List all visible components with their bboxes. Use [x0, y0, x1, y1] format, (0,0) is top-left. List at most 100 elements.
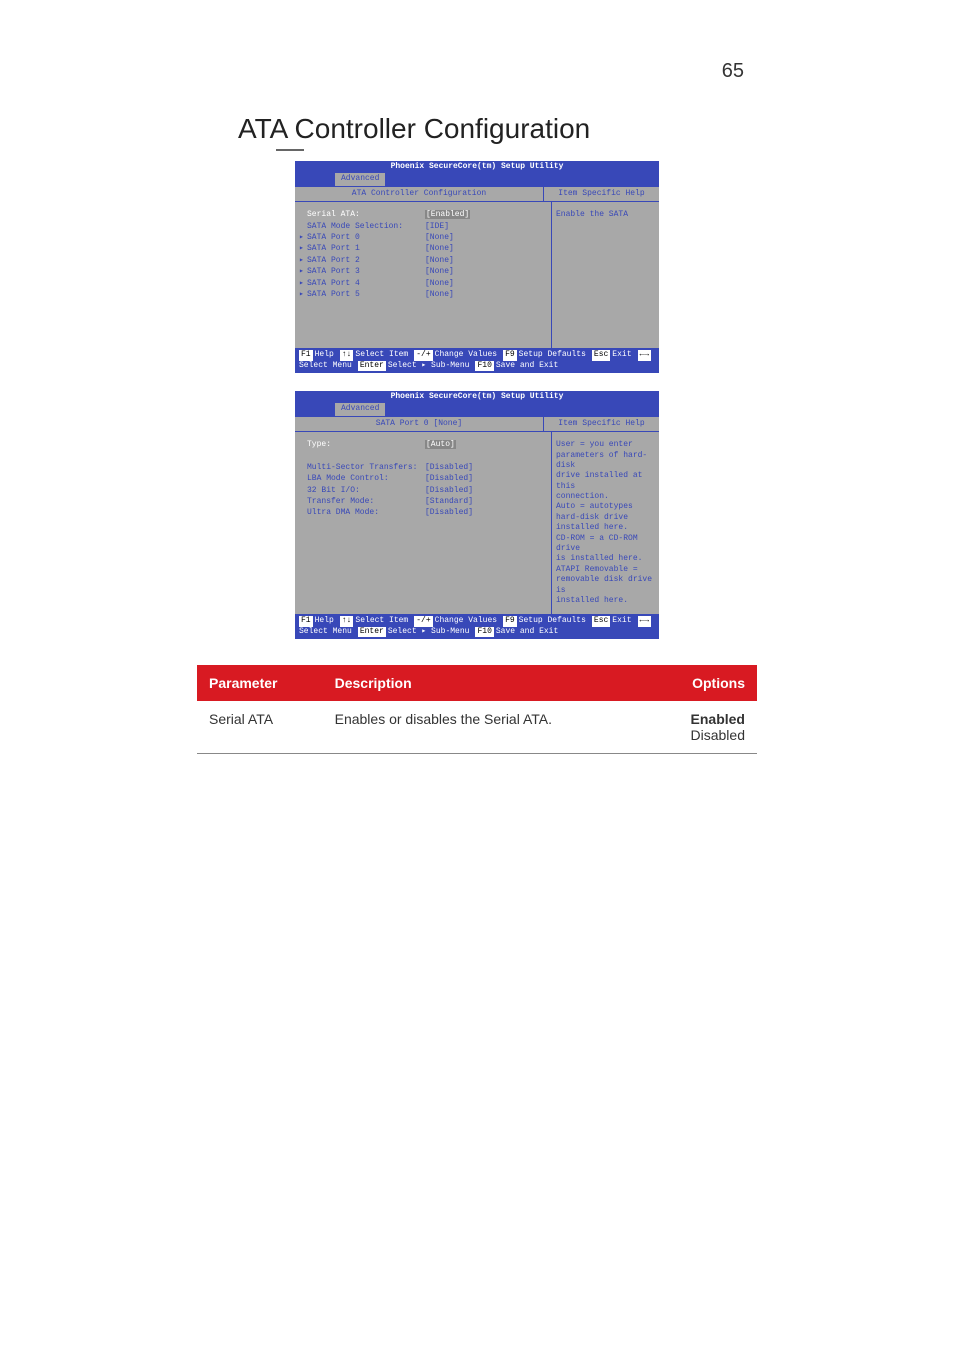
bios-row-transfer-mode: Transfer Mode: [Standard]: [299, 497, 547, 508]
bios-row-ultra-dma: Ultra DMA Mode: [Disabled]: [299, 508, 547, 519]
bios-row-sata-port-5: ▸ SATA Port 5 [None]: [299, 290, 547, 301]
row-value: [None]: [425, 233, 547, 243]
footer-key: ←→: [638, 350, 652, 360]
row-label: Type:: [307, 440, 425, 450]
header-options: Options: [650, 665, 757, 701]
bios-settings-list: Serial ATA: [Enabled] SATA Mode Selectio…: [295, 202, 552, 348]
row-arrow: [299, 508, 307, 518]
title-underline: [276, 149, 304, 151]
option-other: Disabled: [691, 727, 745, 743]
page-number: 65: [0, 0, 954, 103]
bios-tabs: Advanced: [295, 403, 659, 415]
cell-parameter: Serial ATA: [197, 701, 323, 754]
footer-key: -/+: [414, 616, 432, 626]
row-label: SATA Port 1: [307, 244, 425, 254]
row-value: [None]: [425, 279, 547, 289]
bios-help-header: Item Specific Help: [544, 417, 659, 431]
footer-key: F10: [475, 627, 493, 637]
row-value: [None]: [425, 256, 547, 266]
row-label: SATA Mode Selection:: [307, 222, 425, 232]
bios-row-serial-ata: Serial ATA: [Enabled]: [299, 210, 547, 221]
row-value: [Enabled]: [425, 210, 547, 220]
bios-row-sata-port-1: ▸ SATA Port 1 [None]: [299, 244, 547, 255]
row-value: [None]: [425, 244, 547, 254]
row-value: [Standard]: [425, 497, 547, 507]
bios-row-sata-port-4: ▸ SATA Port 4 [None]: [299, 279, 547, 290]
row-arrow: ▸: [299, 290, 307, 300]
footer-key: Esc: [592, 616, 610, 626]
footer-action: Setup Defaults: [519, 350, 586, 360]
footer-key: Esc: [592, 350, 610, 360]
footer-action: Select Menu: [299, 361, 352, 371]
bios-row-sata-mode: SATA Mode Selection: [IDE]: [299, 222, 547, 233]
bios-screenshot-1: Phoenix SecureCore(tm) Setup Utility Adv…: [295, 161, 659, 373]
bios-screenshot-2: Phoenix SecureCore(tm) Setup Utility Adv…: [295, 391, 659, 639]
footer-key: Enter: [358, 627, 386, 637]
row-value: [None]: [425, 267, 547, 277]
row-arrow: [299, 222, 307, 232]
row-label: LBA Mode Control:: [307, 474, 425, 484]
row-label: 32 Bit I/O:: [307, 486, 425, 496]
table-header-row: Parameter Description Options: [197, 665, 757, 701]
footer-action: Help: [315, 616, 334, 626]
footer-action: Select ▸ Sub-Menu: [388, 627, 470, 637]
bios-tabs: Advanced: [295, 173, 659, 185]
document-page: 65 ATA Controller Configuration Phoenix …: [0, 0, 954, 754]
bios-tab-advanced: Advanced: [335, 173, 385, 185]
row-arrow: [299, 440, 307, 450]
footer-key: F1: [299, 350, 313, 360]
bios-row-multi-sector: Multi-Sector Transfers: [Disabled]: [299, 463, 547, 474]
row-arrow: [299, 210, 307, 220]
bios-help-text: User = you enter parameters of hard-disk…: [556, 440, 655, 606]
footer-action: Select ▸ Sub-Menu: [388, 361, 470, 371]
row-arrow: ▸: [299, 279, 307, 289]
row-label: Multi-Sector Transfers:: [307, 463, 425, 473]
bios-section-title: ATA Controller Configuration: [295, 187, 544, 201]
bios-product-title: Phoenix SecureCore(tm) Setup Utility: [295, 391, 659, 403]
footer-action: Setup Defaults: [519, 616, 586, 626]
footer-action: Help: [315, 350, 334, 360]
table-row: Serial ATA Enables or disables the Seria…: [197, 701, 757, 754]
footer-key: F9: [503, 616, 517, 626]
row-value: [Auto]: [425, 440, 547, 450]
row-arrow: [299, 463, 307, 473]
row-value: [None]: [425, 290, 547, 300]
bios-row-sata-port-0: ▸ SATA Port 0 [None]: [299, 233, 547, 244]
row-label: SATA Port 5: [307, 290, 425, 300]
footer-action: Change Values: [435, 350, 497, 360]
footer-action: Exit: [612, 350, 631, 360]
bios-row-sata-port-2: ▸ SATA Port 2 [None]: [299, 256, 547, 267]
row-value: [Disabled]: [425, 463, 547, 473]
bios-row-type: Type: [Auto]: [299, 440, 547, 451]
bios-header-row: ATA Controller Configuration Item Specif…: [295, 186, 659, 202]
bios-row-32bit-io: 32 Bit I/O: [Disabled]: [299, 486, 547, 497]
row-label: SATA Port 2: [307, 256, 425, 266]
footer-key: F1: [299, 616, 313, 626]
row-value: [Disabled]: [425, 508, 547, 518]
row-arrow: ▸: [299, 244, 307, 254]
footer-action: Select Menu: [299, 627, 352, 637]
row-label: SATA Port 0: [307, 233, 425, 243]
footer-action: Select Item: [355, 616, 408, 626]
footer-key: ←→: [638, 616, 652, 626]
bios-screenshot-1-wrap: Phoenix SecureCore(tm) Setup Utility Adv…: [0, 161, 954, 391]
row-arrow: [299, 486, 307, 496]
cell-description: Enables or disables the Serial ATA.: [323, 701, 651, 754]
header-parameter: Parameter: [197, 665, 323, 701]
row-arrow: ▸: [299, 267, 307, 277]
option-default: Enabled: [691, 711, 745, 727]
footer-key: F10: [475, 361, 493, 371]
footer-key: ↑↓: [340, 616, 354, 626]
bios-settings-list: Type: [Auto] Multi-Sector Transfers: [Di…: [295, 432, 552, 614]
footer-key: -/+: [414, 350, 432, 360]
bios-help-panel: Enable the SATA: [552, 202, 659, 348]
row-label: Ultra DMA Mode:: [307, 508, 425, 518]
page-title: ATA Controller Configuration: [0, 103, 954, 157]
row-arrow: [299, 474, 307, 484]
bios-help-text: Enable the SATA: [556, 210, 655, 220]
bios-help-panel: User = you enter parameters of hard-disk…: [552, 432, 659, 614]
bios-row-lba-mode: LBA Mode Control: [Disabled]: [299, 474, 547, 485]
row-arrow: ▸: [299, 233, 307, 243]
cell-options: Enabled Disabled: [650, 701, 757, 754]
bios-footer: F1Help ↑↓Select Item -/+Change Values F9…: [295, 348, 659, 373]
